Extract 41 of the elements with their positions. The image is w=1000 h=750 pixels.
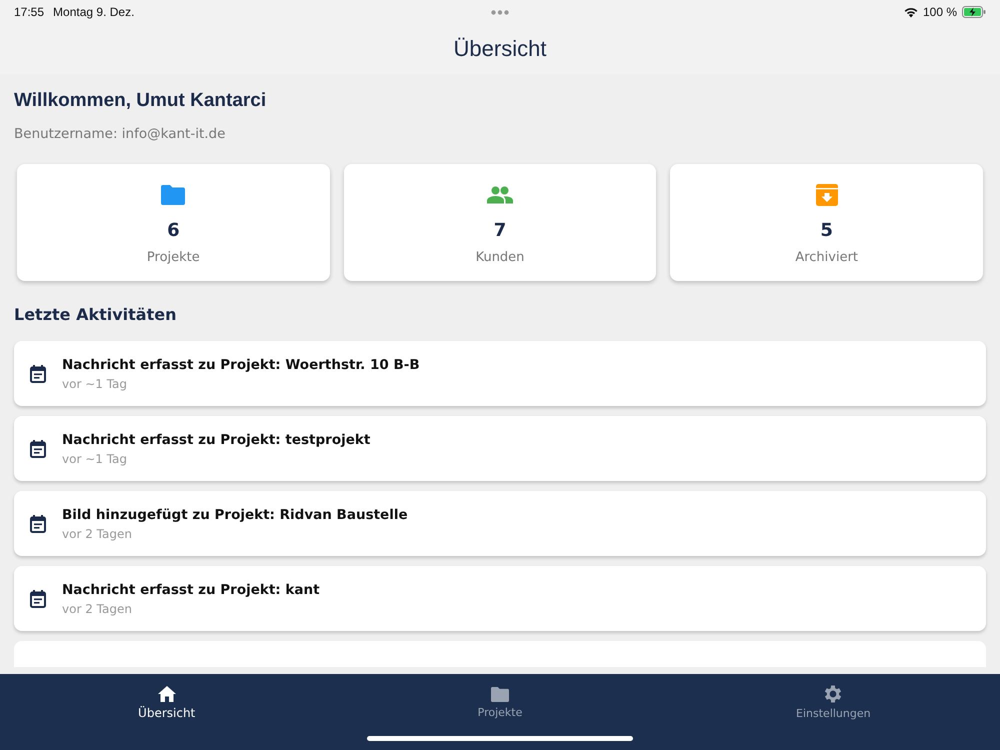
stat-value: 5 — [820, 220, 833, 241]
activity-card[interactable]: Nachricht erfasst zu Projekt: kant vor 2 Tagen — [14, 566, 986, 631]
activity-time: vor ~1 Tag — [62, 376, 128, 390]
settings-icon — [824, 685, 842, 703]
stat-card[interactable]: 7 Kunden — [344, 164, 656, 281]
activity-time: vor 2 Tagen — [62, 602, 133, 616]
more-dots-icon — [491, 10, 509, 14]
tab-item[interactable]: Einstellungen — [666, 674, 1000, 726]
activity-title: Nachricht erfasst zu Projekt: Woerthstr. 10 B-B — [62, 356, 420, 372]
calendar-note-icon — [30, 364, 46, 382]
wifi-icon — [904, 6, 918, 18]
tab-item[interactable]: Projekte — [333, 674, 667, 726]
stat-card[interactable]: 5 Archiviert — [670, 164, 984, 281]
calendar-note-icon — [30, 440, 46, 458]
status-date: Montag 9. Dez. — [53, 5, 134, 19]
calendar-note-icon — [30, 590, 46, 608]
stat-label: Kunden — [476, 250, 524, 265]
section-heading: Letzte Aktivitäten — [14, 305, 178, 324]
stat-value: 6 — [167, 220, 180, 241]
page-title: Übersicht — [454, 36, 546, 62]
stat-card[interactable]: 6 Projekte — [17, 164, 330, 281]
calendar-note-icon — [30, 514, 46, 532]
stat-label: Projekte — [146, 250, 200, 265]
stat-value: 7 — [494, 220, 506, 241]
activity-time: vor 2 Tagen — [62, 526, 133, 540]
folder-icon — [490, 686, 509, 702]
welcome-heading: Willkommen, Umut Kantarci — [14, 90, 268, 112]
stat-label: Archiviert — [795, 250, 858, 265]
status-time: 17:55 — [14, 5, 44, 19]
home-icon — [158, 686, 176, 702]
tab-item[interactable]: Übersicht — [0, 674, 334, 726]
activity-title: Nachricht erfasst zu Projekt: kant — [62, 582, 320, 598]
activity-card[interactable]: Bild hinzugefügt zu Projekt: Ridvan Baustelle vor 2 Tagen — [14, 491, 986, 556]
activity-title: Nachricht erfasst zu Projekt: testprojekt — [62, 432, 370, 448]
battery-charging-icon — [962, 6, 986, 18]
username-text: Benutzername: info@kant-it.de — [14, 126, 226, 142]
battery-percent: 100 % — [922, 5, 957, 19]
activity-card[interactable]: Nachricht erfasst zu Projekt: testprojekt vor ~1 Tag — [14, 416, 986, 481]
activity-title: Bild hinzugefügt zu Projekt: Ridvan Baustelle — [62, 506, 408, 522]
activity-time: vor ~1 Tag — [62, 452, 128, 466]
activity-card[interactable]: Nachricht erfasst zu Projekt: Woerthstr. 10 B-B vor ~1 Tag — [14, 341, 986, 406]
